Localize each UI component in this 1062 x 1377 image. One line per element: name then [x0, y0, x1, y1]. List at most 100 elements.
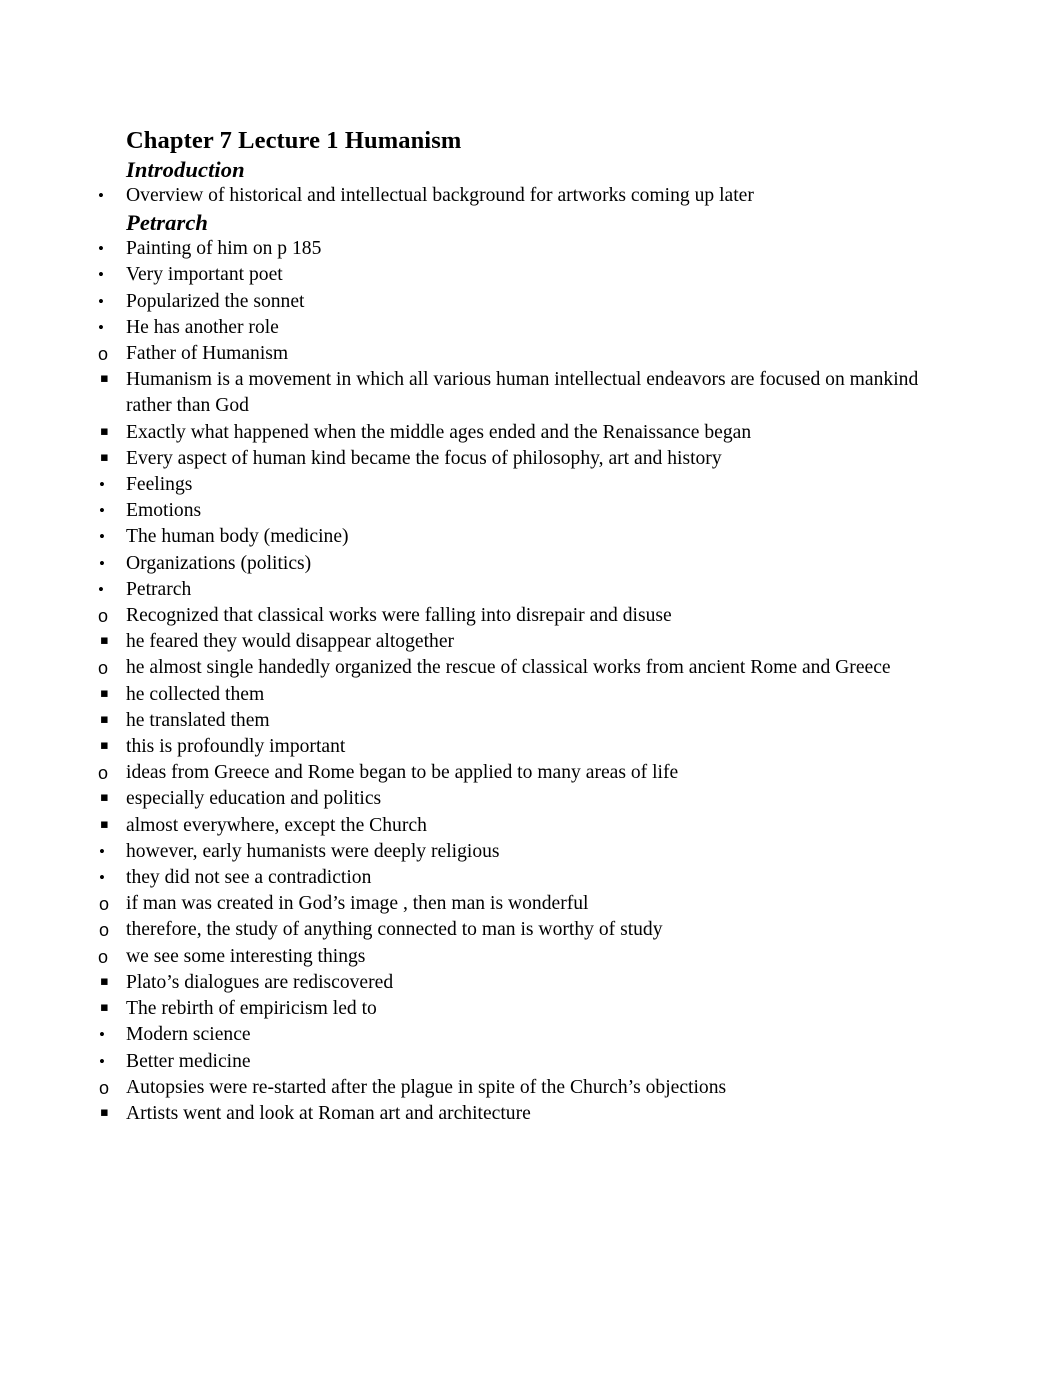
outline-item: • however, early humanists were deeply re… — [99, 839, 938, 865]
outline-item-text: he almost single handedly organized the … — [126, 657, 891, 679]
bullet-marker-level-3-icon: ▪ — [100, 816, 109, 832]
bullet-marker-level-3-icon: ▪ — [100, 738, 109, 754]
outline-item-text: Recognized that classical works were fal… — [126, 605, 672, 627]
bullet-marker-level-1-icon: • — [98, 291, 104, 311]
bullet-marker-level-3-icon: ▪ — [100, 790, 109, 806]
outline-item-text: this is profoundly important — [126, 736, 346, 758]
outline-item-text: he collected them — [126, 683, 265, 705]
outline-item: o if man was created in God’s image , the… — [99, 891, 938, 917]
bullet-marker-level-3-icon: ▪ — [100, 449, 109, 465]
outline-item: o we see some interesting things — [98, 944, 938, 970]
bullet-marker-level-5-icon: o — [99, 1077, 110, 1098]
outline-item-text: The rebirth of empiricism led to — [126, 998, 377, 1020]
outline-item: o ideas from Greece and Rome began to be … — [98, 760, 938, 786]
document-page: Chapter 7 Lecture 1 Humanism Introductio… — [0, 0, 1062, 1377]
outline-item: ▪ Humanism is a movement in which all var… — [100, 367, 938, 419]
outline-item: ▪ Every aspect of human kind became the f… — [100, 446, 938, 472]
bullet-marker-level-1-icon: • — [98, 317, 104, 337]
outline-item: • Overview of historical and intellectual… — [98, 183, 938, 209]
outline-item: ▪ Plato’s dialogues are rediscovered — [100, 970, 938, 996]
outline-item-text: especially education and politics — [126, 788, 382, 810]
bullet-marker-level-1-icon: • — [98, 265, 104, 285]
outline-item-text: if man was created in God’s image , then… — [126, 893, 589, 915]
outline-item-text: Plato’s dialogues are rediscovered — [126, 971, 394, 993]
outline-item-text: he feared they would disappear altogethe… — [126, 631, 455, 653]
outline-item: ▪ he feared they would disappear altogeth… — [100, 629, 938, 655]
outline-item-text: Father of Humanism — [126, 343, 289, 365]
bullet-marker-level-2-icon: o — [98, 946, 109, 967]
outline-item: • Painting of him on p 185 — [98, 236, 938, 262]
outline-item-text: Exactly what happened when the middle ag… — [126, 421, 752, 443]
bullet-marker-level-3-icon: ▪ — [100, 423, 109, 439]
outline-item: ▪ Exactly what happened when the middle a… — [100, 420, 938, 446]
bullet-marker-level-4-icon: • — [99, 1025, 105, 1045]
outline-item: • Modern science — [99, 1022, 938, 1048]
outline-item: • Better medicine — [99, 1049, 938, 1075]
bullet-marker-level-1-icon: • — [98, 239, 104, 259]
outline-item: o Recognized that classical works were fa… — [98, 603, 938, 629]
outline-item-text: Petrarch — [126, 578, 192, 600]
section-heading: Introduction — [126, 157, 245, 182]
outline-item: ▪ Artists went and look at Roman art and … — [100, 1101, 938, 1127]
outline-item-text: Emotions — [126, 500, 202, 522]
outline-item: o therefore, the study of anything connec… — [99, 917, 938, 943]
outline-body: Introduction • Overview of historical and … — [98, 156, 938, 1127]
outline-item: o Autopsies were re-started after the pla… — [99, 1075, 938, 1101]
outline-item: • Organizations (politics) — [99, 551, 938, 577]
outline-item-text: The human body (medicine) — [126, 526, 349, 548]
outline-item: • Petrarch — [98, 577, 938, 603]
outline-item-text: Artists went and look at Roman art and a… — [126, 1102, 531, 1124]
bullet-marker-level-4-icon: • — [99, 527, 105, 547]
bullet-marker-level-2-icon: o — [98, 763, 109, 784]
outline-item: • Emotions — [99, 498, 938, 524]
outline-item-text: almost everywhere, except the Church — [126, 814, 427, 836]
outline-item-text: Better medicine — [126, 1050, 251, 1072]
outline-item-text: Painting of him on p 185 — [126, 238, 322, 260]
bullet-marker-level-3-icon: ▪ — [100, 633, 109, 649]
bullet-marker-level-4-icon: • — [99, 868, 105, 888]
outline-item: ▪ he collected them — [100, 682, 938, 708]
outline-item-text: they did not see a contradiction — [126, 867, 372, 889]
bullet-marker-level-3-icon: ▪ — [100, 973, 109, 989]
outline-item-text: however, early humanists were deeply rel… — [126, 840, 500, 862]
outline-item-text: Overview of historical and intellectual … — [126, 185, 754, 206]
outline-item-text: Every aspect of human kind became the fo… — [126, 447, 722, 469]
bullet-marker-level-4-icon: • — [99, 553, 105, 573]
bullet-marker-level-3-icon: ▪ — [100, 711, 109, 727]
outline-item-text: Autopsies were re-started after the plag… — [126, 1076, 727, 1098]
bullet-marker-level-4-icon: • — [99, 501, 105, 521]
outline-item: • Popularized the sonnet — [98, 289, 938, 315]
outline-item-text: He has another role — [126, 316, 279, 338]
outline-item-text: therefore, the study of anything connect… — [126, 919, 663, 941]
outline-item: ▪ he translated them — [100, 708, 938, 734]
bullet-marker-level-1-icon: • — [98, 579, 104, 599]
page-title: Chapter 7 Lecture 1 Humanism — [126, 127, 462, 154]
outline-item: ▪ The rebirth of empiricism led to — [100, 996, 938, 1022]
outline-list: • Overview of historical and intellectual… — [98, 183, 938, 209]
outline-item-text: we see some interesting things — [126, 945, 366, 967]
outline-item: ▪ almost everywhere, except the Church — [100, 813, 938, 839]
outline-item-text: Modern science — [126, 1024, 251, 1046]
outline-item: • Feelings — [99, 472, 938, 498]
bullet-marker-level-2-icon: o — [98, 658, 109, 679]
bullet-marker-level-3-icon: ▪ — [100, 685, 109, 701]
outline-item: ▪ especially education and politics — [100, 786, 938, 812]
bullet-marker-level-2-icon: o — [98, 344, 109, 365]
bullet-marker-level-5-icon: o — [99, 894, 110, 915]
bullet-marker-level-3-icon: ▪ — [100, 371, 109, 387]
outline-list: • Painting of him on p 185 • Very important… — [98, 236, 938, 1127]
section-heading: Petrarch — [126, 210, 209, 236]
outline-item: • He has another role — [98, 315, 938, 341]
outline-item-text: ideas from Greece and Rome began to be a… — [126, 762, 679, 784]
outline-item-text: Popularized the sonnet — [126, 290, 305, 312]
outline-item-text: Feelings — [126, 474, 193, 496]
outline-item: o Father of Humanism — [98, 341, 938, 367]
outline-item-text: Very important poet — [126, 264, 283, 286]
outline-item: • Very important poet — [98, 262, 938, 288]
outline-item: • they did not see a contradiction — [99, 865, 938, 891]
bullet-marker-level-4-icon: • — [99, 475, 105, 495]
outline-item: • The human body (medicine) — [99, 524, 938, 550]
bullet-marker-level-2-icon: o — [98, 606, 109, 627]
bullet-marker-level-4-icon: • — [99, 841, 105, 861]
outline-item-text: Organizations (politics) — [126, 552, 312, 574]
